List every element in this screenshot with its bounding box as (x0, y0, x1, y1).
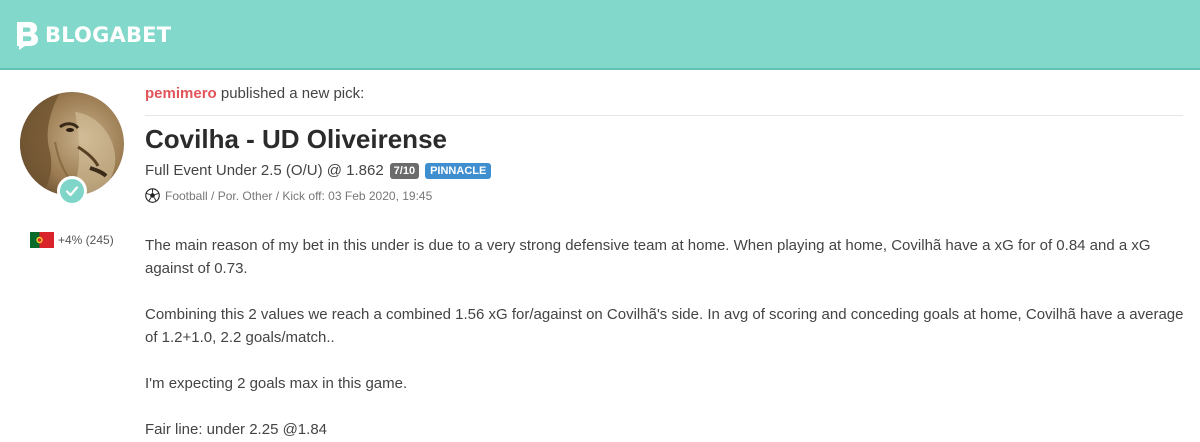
publish-notice: pemimero published a new pick: (145, 85, 364, 102)
blogabet-logo-icon (17, 22, 38, 50)
brand-name: BLOGABET (45, 23, 172, 47)
analysis-paragraph: Fair line: under 2.25 @1.84 (145, 421, 327, 438)
portugal-flag-icon (30, 232, 54, 248)
bookmaker-badge: PINNACLE (425, 162, 492, 179)
author-column (20, 92, 124, 206)
football-icon (145, 188, 160, 203)
stake-badge: 7/10 (389, 162, 420, 179)
blogabet-logo[interactable]: BLOGABET (14, 20, 171, 50)
analysis-paragraph: Combining this 2 values we reach a combi… (145, 306, 1184, 346)
pick-text: Full Event Under 2.5 (O/U) @ 1.862 (145, 162, 384, 179)
analysis-paragraph: I'm expecting 2 goals max in this game. (145, 375, 408, 392)
match-title[interactable]: Covilha - UD Oliveirense (145, 124, 447, 155)
verified-badge (57, 176, 87, 206)
divider (145, 115, 1183, 116)
pick-details: Full Event Under 2.5 (O/U) @ 1.862 7/10 … (145, 162, 492, 179)
top-header: BLOGABET (0, 0, 1200, 70)
event-meta: Football / Por. Other / Kick off: 03 Feb… (145, 188, 432, 203)
user-stats: +4% (245) (30, 232, 114, 248)
avatar-wrapper (20, 92, 124, 206)
event-meta-text: Football / Por. Other / Kick off: 03 Feb… (165, 188, 433, 203)
user-profit-stats: +4% (245) (58, 233, 114, 247)
analysis-paragraph: The main reason of my bet in this under … (145, 237, 1151, 277)
username-link[interactable]: pemimero (145, 85, 217, 102)
pick-analysis: The main reason of my bet in this under … (145, 234, 1190, 442)
publish-action-text: published a new pick: (220, 85, 365, 102)
checkmark-icon (65, 186, 79, 197)
